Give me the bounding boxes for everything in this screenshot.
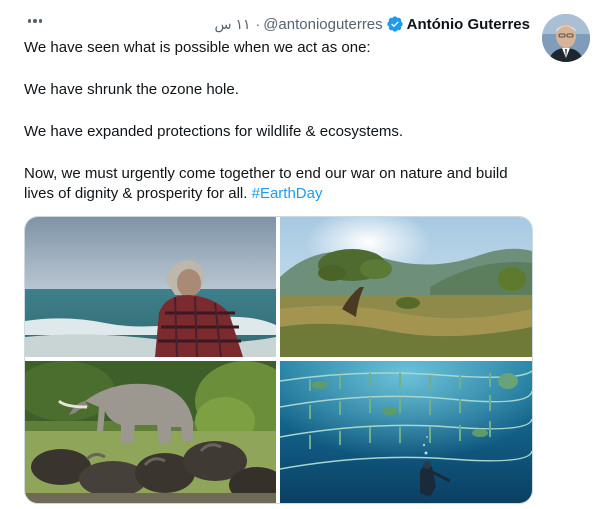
more-horizontal-icon xyxy=(27,19,43,23)
media-image-man-at-sea[interactable] xyxy=(25,217,276,357)
media-image-elephant-herd[interactable] xyxy=(25,361,276,503)
tweet-line: Now, we must urgently come together to e… xyxy=(24,164,534,204)
verified-badge-icon xyxy=(386,16,403,32)
tweet-line: We have expanded protections for wildlif… xyxy=(24,123,404,140)
tweet[interactable]: ١١ س · @antonioguterres António Guterres… xyxy=(0,0,600,509)
media-image-underwater-diver[interactable] xyxy=(280,361,532,503)
header-separator: · xyxy=(255,16,261,32)
hashtag-link[interactable]: #EarthDay xyxy=(252,185,323,202)
tweet-line: We have seen what is possible when we ac… xyxy=(24,39,371,56)
tweet-header: ١١ س · @antonioguterres António Guterres xyxy=(214,13,530,35)
photo-savanna xyxy=(280,217,532,357)
media-image-savanna[interactable] xyxy=(280,217,532,357)
photo-underwater-diver xyxy=(280,361,532,503)
author-name[interactable]: António Guterres xyxy=(407,16,530,33)
avatar[interactable] xyxy=(542,14,590,62)
tweet-text: We have seen what is possible when we ac… xyxy=(24,38,534,204)
avatar-photo xyxy=(542,14,590,62)
photo-man-at-sea xyxy=(25,217,276,357)
tweet-line: We have shrunk the ozone hole. xyxy=(24,81,239,98)
media-grid xyxy=(24,216,533,504)
photo-elephant-herd xyxy=(25,361,276,503)
more-options-button[interactable] xyxy=(24,14,46,28)
author-handle[interactable]: @antonioguterres xyxy=(263,16,382,33)
tweet-timestamp[interactable]: ١١ س xyxy=(214,16,250,33)
